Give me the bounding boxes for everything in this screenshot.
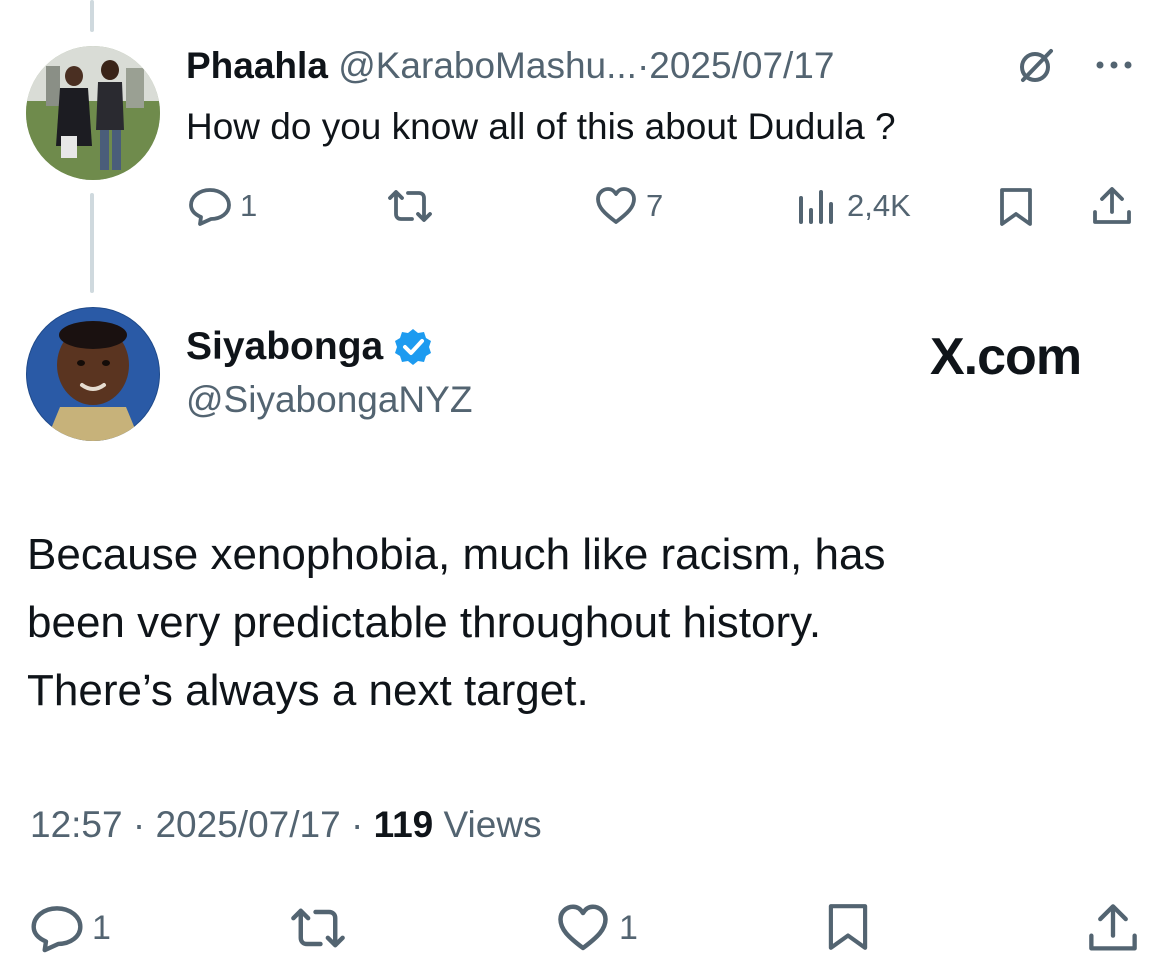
bookmark-icon[interactable] bbox=[998, 186, 1034, 228]
tweet-meta: 12:57 · 2025/07/17 · 119 Views bbox=[30, 802, 542, 848]
user-handle[interactable]: @SiyabongaNYZ bbox=[186, 377, 472, 423]
author-row: Siyabonga bbox=[186, 323, 433, 371]
thread-line-top bbox=[90, 0, 94, 32]
thread-line-bottom bbox=[90, 193, 94, 293]
views-label[interactable]: Views bbox=[444, 804, 542, 845]
user-handle[interactable]: @KaraboMashu... bbox=[338, 45, 637, 86]
avatar-photo-child bbox=[26, 307, 160, 441]
x-com-watermark: X.com bbox=[930, 328, 1082, 386]
like-button[interactable]: 7 bbox=[594, 186, 663, 226]
avatar[interactable] bbox=[26, 307, 160, 441]
tweet-date[interactable]: 2025/07/17 bbox=[649, 45, 834, 86]
avatar[interactable] bbox=[26, 46, 160, 180]
verified-badge-icon[interactable] bbox=[393, 327, 433, 367]
grok-icon[interactable] bbox=[1013, 47, 1057, 87]
repost-icon bbox=[384, 186, 436, 226]
like-icon bbox=[594, 186, 638, 226]
repost-button[interactable] bbox=[384, 186, 444, 226]
reply-button[interactable]: 1 bbox=[30, 903, 111, 953]
reply-header: Phaahla @KaraboMashu...·2025/07/17 bbox=[186, 44, 834, 88]
views-count: 2,4K bbox=[847, 188, 911, 223]
repost-button[interactable] bbox=[286, 903, 358, 953]
like-icon bbox=[555, 903, 611, 953]
views-icon bbox=[795, 186, 839, 226]
share-icon[interactable] bbox=[1090, 184, 1134, 228]
reply-button[interactable]: 1 bbox=[188, 186, 257, 226]
tweet-text-line: There’s always a next target. bbox=[27, 666, 589, 715]
tweet-time[interactable]: 12:57 bbox=[30, 804, 123, 845]
avatar-photo-graduation bbox=[26, 46, 160, 180]
separator-dot: · bbox=[350, 804, 364, 845]
reply-count: 1 bbox=[240, 188, 258, 223]
like-count: 1 bbox=[619, 908, 638, 947]
views-count[interactable]: 119 bbox=[374, 804, 434, 845]
share-icon[interactable] bbox=[1085, 900, 1141, 956]
tweet-text: Because xenophobia, much like racism, ha… bbox=[27, 521, 885, 725]
tweet-text-line: Because xenophobia, much like racism, ha… bbox=[27, 530, 886, 579]
display-name[interactable]: Phaahla bbox=[186, 45, 328, 86]
reply-icon bbox=[30, 903, 84, 953]
display-name[interactable]: Siyabonga bbox=[186, 323, 383, 371]
separator-dot: · bbox=[636, 45, 650, 86]
bookmark-icon[interactable] bbox=[826, 900, 870, 954]
tweet-text-line: been very predictable throughout history… bbox=[27, 598, 822, 647]
repost-icon bbox=[286, 903, 350, 953]
reply-count: 1 bbox=[92, 908, 111, 947]
views-button[interactable]: 2,4K bbox=[795, 186, 911, 226]
like-count: 7 bbox=[646, 188, 664, 223]
separator-dot: · bbox=[132, 804, 146, 845]
like-button[interactable]: 1 bbox=[555, 903, 638, 953]
reply-icon bbox=[188, 186, 232, 226]
more-icon[interactable] bbox=[1092, 58, 1136, 72]
reply-text: How do you know all of this about Dudula… bbox=[186, 106, 896, 147]
tweet-date[interactable]: 2025/07/17 bbox=[155, 804, 340, 845]
